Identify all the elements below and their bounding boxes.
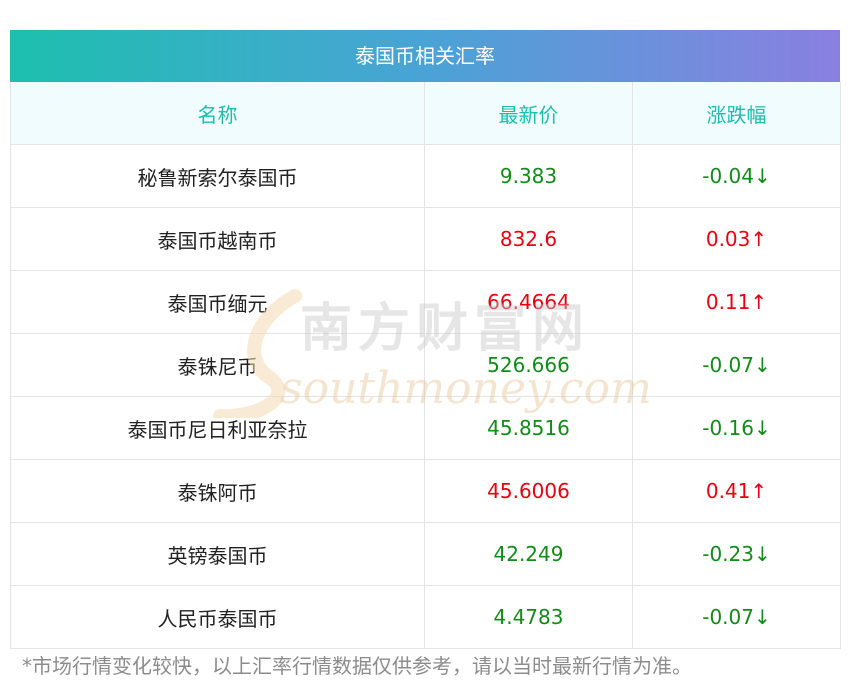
latest-price: 526.666 <box>424 333 633 397</box>
change-percent: -0.04↓ <box>632 144 841 208</box>
change-percent: -0.07↓ <box>632 585 841 649</box>
latest-price: 66.4664 <box>424 270 633 334</box>
table-row: 人民币泰国币 4.4783 -0.07↓ <box>10 585 841 649</box>
latest-price: 45.8516 <box>424 396 633 460</box>
change-percent: 0.03↑ <box>632 207 841 271</box>
latest-price: 42.249 <box>424 522 633 586</box>
currency-pair-name: 人民币泰国币 <box>10 585 425 649</box>
table-row: 泰国币越南币 832.6 0.03↑ <box>10 207 841 271</box>
change-percent: -0.16↓ <box>632 396 841 460</box>
currency-pair-name: 秘鲁新索尔泰国币 <box>10 144 425 208</box>
table-row: 泰国币缅元 66.4664 0.11↑ <box>10 270 841 334</box>
header-price: 最新价 <box>424 82 633 145</box>
change-percent: -0.23↓ <box>632 522 841 586</box>
currency-pair-name: 泰国币缅元 <box>10 270 425 334</box>
latest-price: 45.6006 <box>424 459 633 523</box>
latest-price: 9.383 <box>424 144 633 208</box>
table-header-row: 名称 最新价 涨跌幅 <box>10 82 841 145</box>
change-percent: 0.11↑ <box>632 270 841 334</box>
table-row: 秘鲁新索尔泰国币 9.383 -0.04↓ <box>10 144 841 208</box>
header-change: 涨跌幅 <box>632 82 841 145</box>
currency-pair-name: 泰铢尼币 <box>10 333 425 397</box>
currency-pair-name: 英镑泰国币 <box>10 522 425 586</box>
table-title: 泰国币相关汇率 <box>10 30 840 82</box>
currency-pair-name: 泰铢阿币 <box>10 459 425 523</box>
exchange-rate-table: 名称 最新价 涨跌幅 秘鲁新索尔泰国币 9.383 -0.04↓ 泰国币越南币 832.… <box>10 82 841 649</box>
table-row: 英镑泰国币 42.249 -0.23↓ <box>10 522 841 586</box>
disclaimer-footnote: *市场行情变化较快，以上汇率行情数据仅供参考，请以当时最新行情为准。 <box>22 654 692 678</box>
change-percent: -0.07↓ <box>632 333 841 397</box>
change-percent: 0.41↑ <box>632 459 841 523</box>
table-row: 泰国币尼日利亚奈拉 45.8516 -0.16↓ <box>10 396 841 460</box>
exchange-rate-card: 泰国币相关汇率 名称 最新价 涨跌幅 秘鲁新索尔泰国币 9.383 -0.04↓ 泰国… <box>10 30 841 649</box>
table-row: 泰铢阿币 45.6006 0.41↑ <box>10 459 841 523</box>
header-name: 名称 <box>10 82 425 145</box>
currency-pair-name: 泰国币尼日利亚奈拉 <box>10 396 425 460</box>
latest-price: 832.6 <box>424 207 633 271</box>
table-row: 泰铢尼币 526.666 -0.07↓ <box>10 333 841 397</box>
latest-price: 4.4783 <box>424 585 633 649</box>
currency-pair-name: 泰国币越南币 <box>10 207 425 271</box>
